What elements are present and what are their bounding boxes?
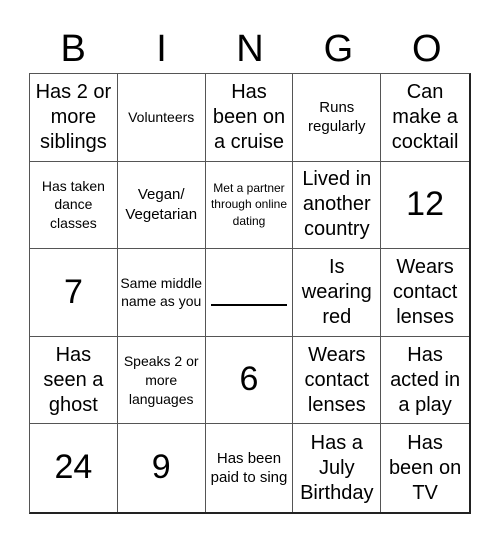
cell-text: Has been paid to sing [210, 449, 288, 487]
cell-text: Has acted in a play [390, 343, 461, 416]
bingo-cell-b2[interactable]: Has taken dance classes [30, 161, 118, 250]
cell-text: 12 [406, 185, 444, 224]
header-letter-n: N [236, 28, 264, 70]
bingo-cell-i1[interactable]: Volunteers [117, 74, 206, 162]
bingo-cell-i4[interactable]: Speaks 2 or more languages [117, 336, 206, 425]
bingo-cell-n5[interactable]: Has been paid to sing [206, 424, 294, 512]
cell-text: Wears contact lenses [304, 343, 370, 416]
bingo-cell-i5[interactable]: 9 [118, 424, 206, 512]
bingo-cell-o2[interactable]: 12 [381, 162, 469, 250]
bingo-cell-b3[interactable]: 7 [30, 249, 118, 337]
bingo-cell-o4[interactable]: Has acted in a play [381, 337, 469, 425]
cell-text: Can make a cocktail [391, 80, 459, 153]
bingo-cell-g1[interactable]: Runs regularly [293, 74, 382, 162]
cell-text: Speaks 2 or more languages [123, 352, 199, 407]
cell-text: Runs regularly [308, 98, 366, 136]
header-letter-i: I [156, 28, 167, 70]
bingo-cell-n4[interactable]: 6 [205, 336, 294, 425]
bingo-cell-n3[interactable] [205, 249, 294, 337]
cell-text: Met a partner through online dating [210, 180, 288, 229]
cell-text: Is wearing red [301, 255, 372, 328]
bingo-cell-b1[interactable]: Has 2 or more siblings [30, 74, 118, 162]
cell-text: Lived in another country [302, 168, 372, 241]
bingo-cell-i3[interactable]: Same middle name as you [117, 249, 206, 337]
bingo-cell-o5[interactable]: Has been on TV [381, 424, 469, 512]
bingo-cell-g5[interactable]: Has a July Birthday [293, 424, 382, 512]
header-letter-b: B [60, 28, 86, 70]
cell-text: Has 2 or more siblings [35, 80, 112, 153]
cell-text: Vegan/ Vegetarian [125, 186, 198, 223]
cell-text: Has been on TV [388, 431, 462, 504]
cell-text: 9 [151, 448, 171, 487]
header-letter-g: G [323, 28, 354, 70]
cell-text: Volunteers [128, 108, 195, 125]
bingo-cell-g2[interactable]: Lived in another country [293, 161, 382, 250]
free-space-blank-line [210, 304, 287, 307]
cell-text: Has been on a cruise [212, 80, 286, 153]
bingo-cell-g4[interactable]: Wears contact lenses [293, 336, 382, 425]
cell-text: Has seen a ghost [43, 343, 104, 416]
bingo-cell-o1[interactable]: Can make a cocktail [381, 74, 469, 162]
header-letter-o: O [411, 28, 442, 70]
bingo-cell-b4[interactable]: Has seen a ghost [30, 336, 118, 425]
cell-text: 24 [54, 448, 93, 487]
bingo-cell-b5[interactable]: 24 [30, 424, 118, 512]
bingo-cell-g3[interactable]: Is wearing red [293, 249, 382, 337]
bingo-cell-o3[interactable]: Wears contact lenses [381, 249, 469, 337]
bingo-cell-n1[interactable]: Has been on a cruise [205, 74, 294, 162]
bingo-header: B I N G O [29, 24, 471, 74]
bingo-grid: Has 2 or more siblings Volunteers Has been… [29, 73, 471, 514]
cell-text: 6 [239, 360, 259, 399]
cell-text: 7 [63, 272, 83, 311]
bingo-cell-n2[interactable]: Met a partner through online dating [205, 161, 294, 250]
cell-text: Has taken dance classes [41, 177, 105, 232]
cell-text: Same middle name as you [120, 274, 203, 310]
cell-text: Wears contact lenses [392, 255, 458, 328]
bingo-cell-i2[interactable]: Vegan/ Vegetarian [117, 161, 206, 250]
cell-text: Has a July Birthday [300, 431, 374, 504]
